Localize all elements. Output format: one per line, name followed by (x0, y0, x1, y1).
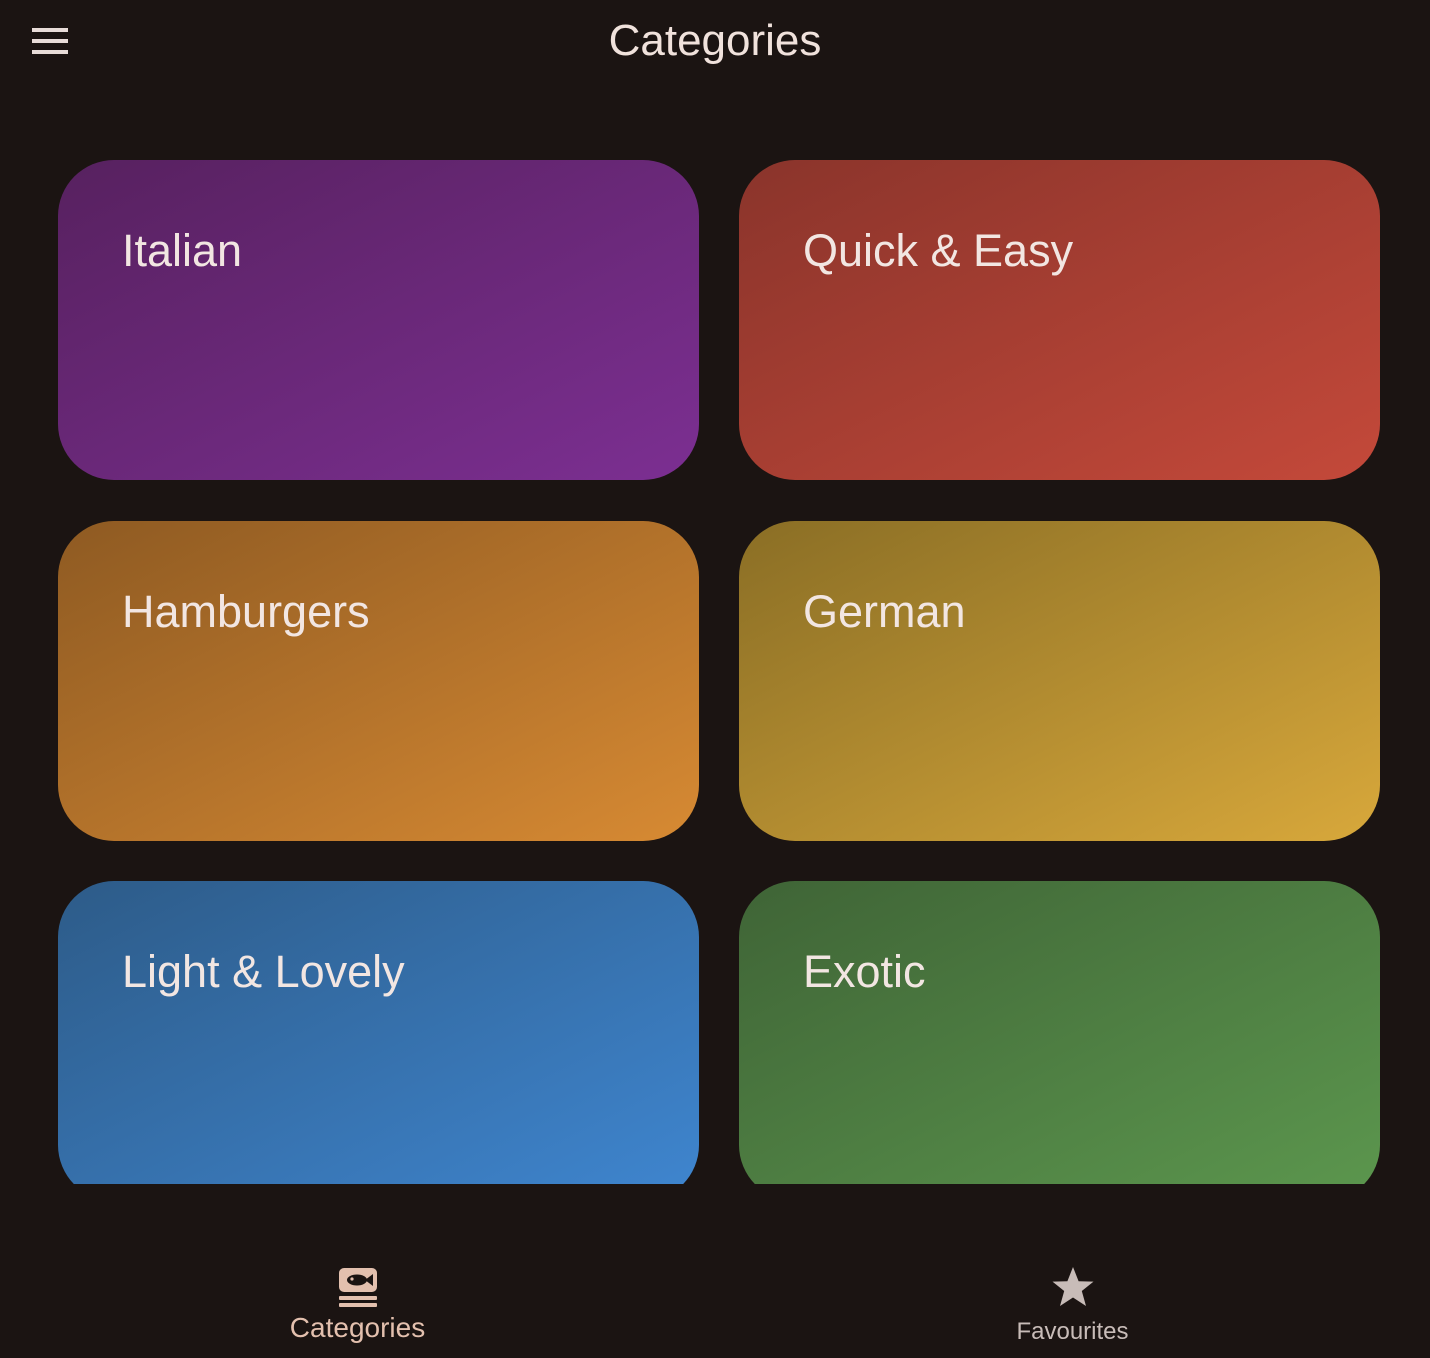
nav-label-categories: Categories (289, 1312, 426, 1343)
set-meal-icon (338, 1268, 377, 1307)
category-label: Quick & Easy (803, 225, 1074, 276)
category-card-german[interactable]: German (739, 521, 1380, 841)
category-label: Hamburgers (122, 586, 370, 637)
page-title: Categories (608, 16, 822, 65)
category-label: Light & Lovely (122, 946, 405, 997)
category-label: German (803, 586, 966, 637)
bottom-navigation: Categories Favourites (0, 1236, 1430, 1358)
category-card-hamburgers[interactable]: Hamburgers (58, 521, 699, 841)
category-card-exotic[interactable]: Exotic (739, 881, 1380, 1184)
nav-label-favourites: Favourites (1016, 1318, 1129, 1345)
app-screen: Categories Italian Quick & Easy Hamburge… (0, 0, 1430, 1358)
nav-item-favourites[interactable]: Favourites (715, 1236, 1430, 1358)
category-card-italian[interactable]: Italian (58, 160, 699, 480)
category-label: Italian (122, 225, 243, 276)
category-card-quick-easy[interactable]: Quick & Easy (739, 160, 1380, 480)
category-grid: Italian Quick & Easy Hamburgers German L… (0, 82, 1430, 1184)
category-card-light-lovely[interactable]: Light & Lovely (58, 881, 699, 1184)
app-bar: Categories (0, 0, 1430, 82)
nav-item-categories[interactable]: Categories (0, 1236, 715, 1358)
category-label: Exotic (803, 946, 926, 997)
star-icon (1052, 1267, 1093, 1306)
